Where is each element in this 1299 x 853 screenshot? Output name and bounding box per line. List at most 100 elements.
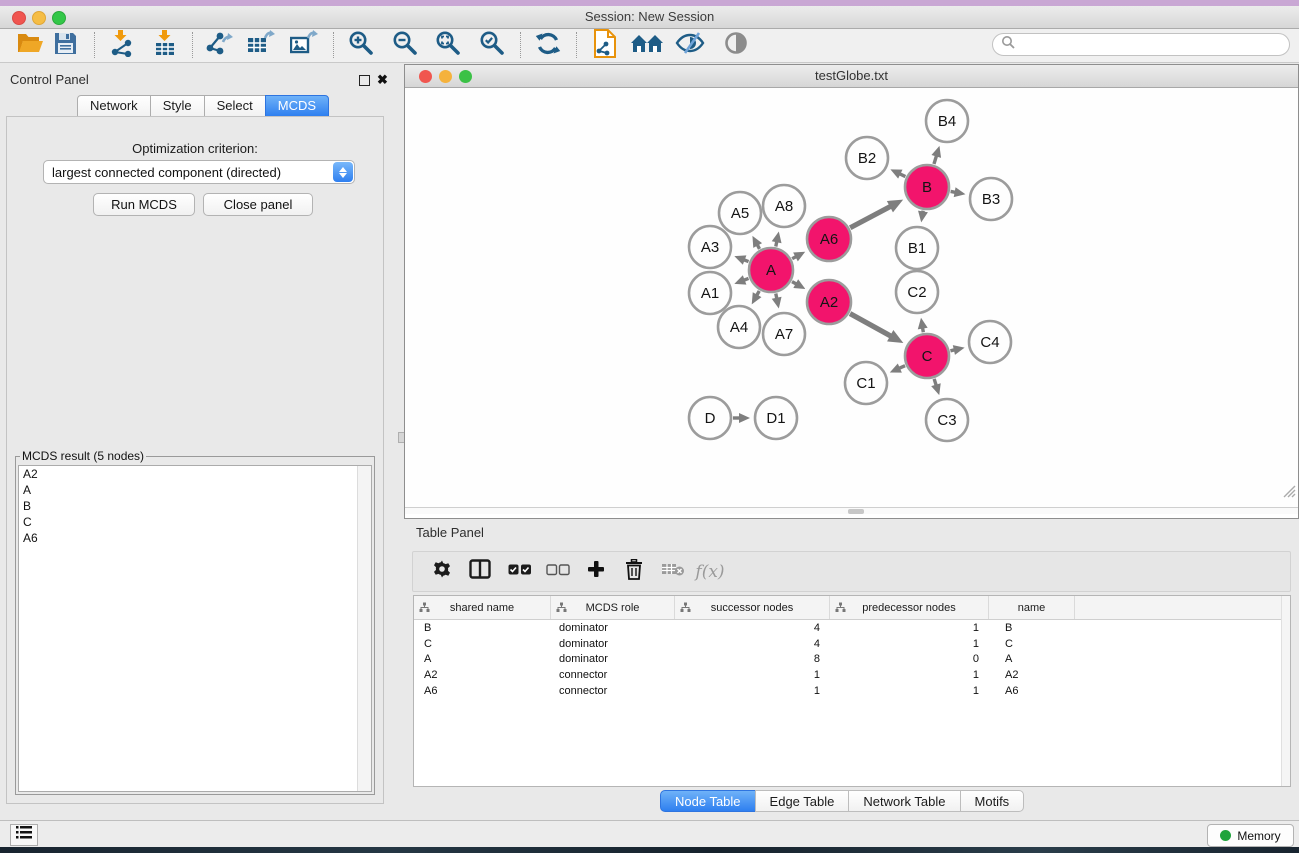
delete-column-button[interactable] xyxy=(617,552,651,591)
table-cell[interactable]: A6 xyxy=(414,685,551,697)
tab-motifs[interactable]: Motifs xyxy=(960,790,1025,812)
toolbar-separator xyxy=(576,32,577,58)
table-cell[interactable]: B xyxy=(989,622,1075,634)
task-history-button[interactable] xyxy=(10,824,38,846)
mcds-result-item[interactable]: A2 xyxy=(19,466,371,482)
column-header-mcds-role[interactable]: MCDS role xyxy=(551,596,675,619)
network-window-titlebar[interactable]: testGlobe.txt xyxy=(405,65,1298,88)
minimize-window-button[interactable] xyxy=(32,11,46,25)
table-cell[interactable]: C xyxy=(989,638,1075,650)
search-input[interactable] xyxy=(1015,37,1269,53)
home-button[interactable] xyxy=(630,31,664,60)
tab-select[interactable]: Select xyxy=(204,95,266,117)
graph-edge[interactable] xyxy=(850,314,892,337)
mcds-result-item[interactable]: B xyxy=(19,498,371,514)
column-header-name[interactable]: name xyxy=(989,596,1075,619)
save-session-button[interactable] xyxy=(48,31,82,60)
close-panel-icon[interactable]: ✖ xyxy=(377,72,388,88)
table-row[interactable]: A6connector11A6 xyxy=(414,683,1290,699)
table-cell[interactable]: 1 xyxy=(830,622,989,634)
table-cell[interactable]: C xyxy=(414,638,551,650)
column-header-shared-name[interactable]: shared name xyxy=(414,596,551,619)
table-settings-button[interactable] xyxy=(425,552,459,591)
column-header-predecessor-nodes[interactable]: predecessor nodes xyxy=(830,596,989,619)
network-minimize-button[interactable] xyxy=(439,70,452,83)
mcds-result-item[interactable]: C xyxy=(19,514,371,530)
mcds-result-list[interactable]: A2ABCA6 xyxy=(18,465,372,792)
import-table-button[interactable] xyxy=(148,31,182,60)
table-cell[interactable]: dominator xyxy=(551,653,675,665)
zoom-fit-button[interactable] xyxy=(431,31,465,60)
zoom-selected-button[interactable] xyxy=(475,31,509,60)
table-cell[interactable]: A2 xyxy=(989,669,1075,681)
network-close-button[interactable] xyxy=(419,70,432,83)
table-cell[interactable]: 1 xyxy=(675,685,830,697)
column-visibility-button[interactable] xyxy=(463,552,497,591)
table-cell[interactable]: 1 xyxy=(830,638,989,650)
table-row[interactable]: Adominator80A xyxy=(414,651,1290,667)
table-cell[interactable]: A6 xyxy=(989,685,1075,697)
table-cell[interactable]: 1 xyxy=(675,669,830,681)
mcds-list-scrollbar[interactable] xyxy=(357,466,371,791)
tab-mcds[interactable]: MCDS xyxy=(265,95,329,117)
export-network-button[interactable] xyxy=(202,31,236,60)
zoom-in-button[interactable] xyxy=(344,31,378,60)
float-panel-icon[interactable] xyxy=(359,75,370,86)
table-cell[interactable]: 0 xyxy=(830,653,989,665)
table-row[interactable]: A2connector11A2 xyxy=(414,667,1290,683)
run-mcds-button[interactable]: Run MCDS xyxy=(93,193,195,216)
maximize-window-button[interactable] xyxy=(52,11,66,25)
tab-edge-table[interactable]: Edge Table xyxy=(755,790,850,812)
table-cell[interactable]: 4 xyxy=(675,622,830,634)
table-cell[interactable]: connector xyxy=(551,685,675,697)
tab-node-table[interactable]: Node Table xyxy=(660,790,756,812)
table-cell[interactable]: B xyxy=(414,622,551,634)
table-cell[interactable]: A xyxy=(989,653,1075,665)
table-cell[interactable]: dominator xyxy=(551,622,675,634)
function-builder-button[interactable]: f(x) xyxy=(693,552,727,591)
criterion-dropdown[interactable]: largest connected component (directed) xyxy=(43,160,355,184)
table-row[interactable]: Cdominator41C xyxy=(414,636,1290,652)
close-window-button[interactable] xyxy=(12,11,26,25)
apply-layout-button[interactable] xyxy=(531,31,565,60)
zoom-out-button[interactable] xyxy=(388,31,422,60)
table-row[interactable]: Bdominator41B xyxy=(414,620,1290,636)
table-cell[interactable]: A2 xyxy=(414,669,551,681)
deselect-all-button[interactable] xyxy=(541,552,575,591)
network-maximize-button[interactable] xyxy=(459,70,472,83)
table-cell[interactable]: 1 xyxy=(830,669,989,681)
mcds-result-item[interactable]: A xyxy=(19,482,371,498)
export-image-button[interactable] xyxy=(287,31,321,60)
memory-button[interactable]: Memory xyxy=(1207,824,1294,847)
hide-panels-button[interactable] xyxy=(673,31,707,60)
graph-edge[interactable] xyxy=(850,206,891,228)
create-column-button[interactable] xyxy=(579,552,613,591)
resize-grip-icon[interactable] xyxy=(1281,483,1296,498)
tab-network[interactable]: Network xyxy=(77,95,151,117)
delete-table-button[interactable] xyxy=(656,552,690,591)
show-panels-button[interactable] xyxy=(719,31,753,60)
export-table-button[interactable] xyxy=(244,31,278,60)
search-field[interactable] xyxy=(992,33,1290,56)
table-cell[interactable]: A xyxy=(414,653,551,665)
select-all-button[interactable] xyxy=(503,552,537,591)
mcds-result-item[interactable]: A6 xyxy=(19,530,371,546)
open-file-button[interactable] xyxy=(13,31,47,60)
clone-network-button[interactable] xyxy=(588,31,622,60)
table-cell[interactable]: 1 xyxy=(830,685,989,697)
table-body: Bdominator41BCdominator41CAdominator80AA… xyxy=(414,620,1290,698)
table-cell[interactable]: dominator xyxy=(551,638,675,650)
network-scrollbar-thumb[interactable] xyxy=(848,509,864,514)
network-canvas[interactable]: B4B2BB3A8A5A6A3B1AA1C2A2A4A7C4CC1C3DD1 xyxy=(405,88,1298,507)
table-vertical-scrollbar[interactable] xyxy=(1281,596,1290,786)
table-cell[interactable]: connector xyxy=(551,669,675,681)
table-cell[interactable]: 4 xyxy=(675,638,830,650)
import-network-button[interactable] xyxy=(104,31,138,60)
tab-network-table[interactable]: Network Table xyxy=(848,790,960,812)
table-cell[interactable]: 8 xyxy=(675,653,830,665)
column-header-successor-nodes[interactable]: successor nodes xyxy=(675,596,830,619)
network-horizontal-scrollbar[interactable] xyxy=(405,507,1298,514)
tab-style[interactable]: Style xyxy=(150,95,205,117)
close-panel-button[interactable]: Close panel xyxy=(203,193,313,216)
control-panel-title: Control Panel xyxy=(10,72,89,87)
